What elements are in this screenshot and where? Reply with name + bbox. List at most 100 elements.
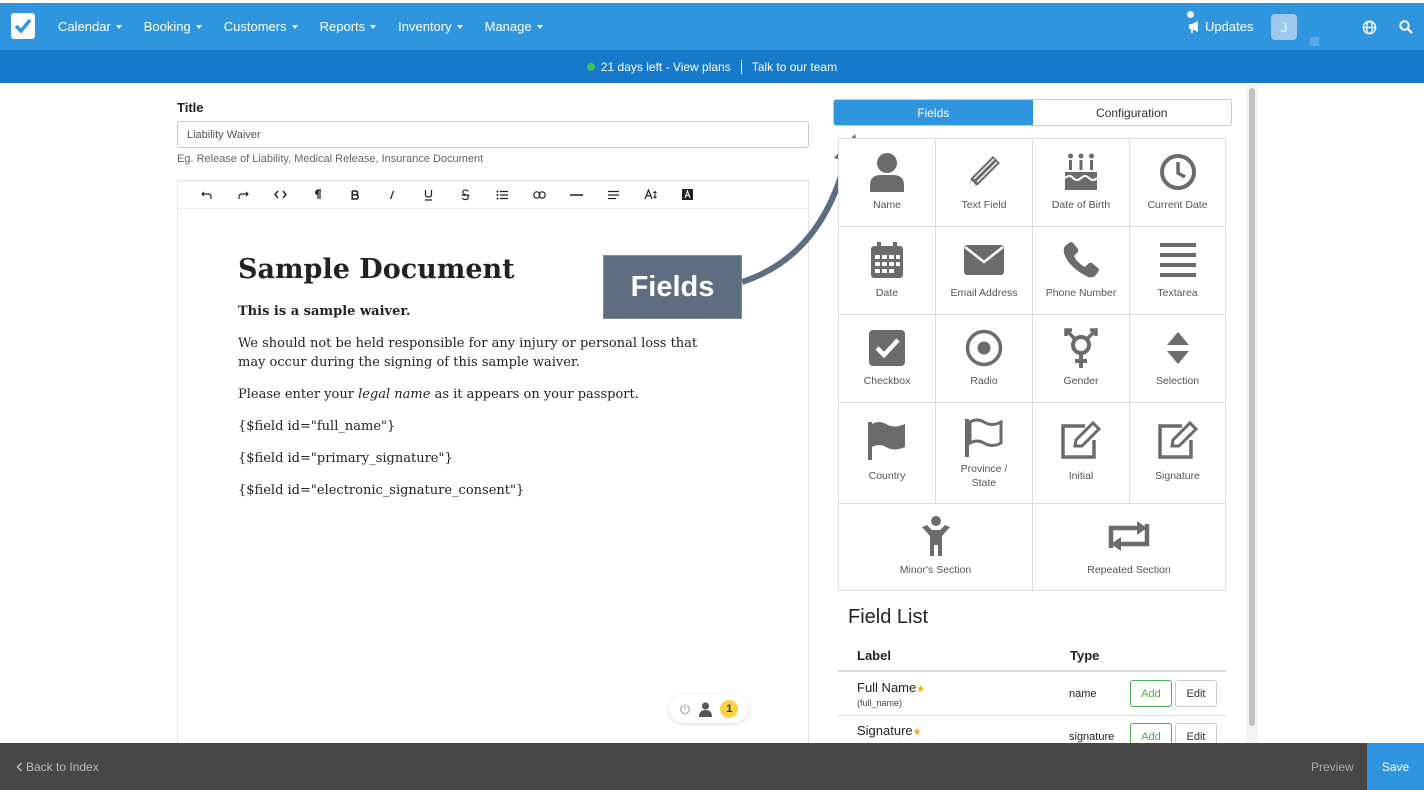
main-menu: Calendar Booking Customers Reports Inven… xyxy=(58,3,565,50)
italic-text: legal name xyxy=(358,387,431,402)
menu-manage-label: Manage xyxy=(484,19,532,34)
align-icon[interactable] xyxy=(595,181,632,209)
link-icon[interactable] xyxy=(521,181,558,209)
field-province-state[interactable]: Province / State xyxy=(935,402,1033,504)
field-label: Textarea xyxy=(1157,287,1198,299)
divider xyxy=(740,59,742,74)
title-input[interactable]: Liability Waiver xyxy=(177,121,809,148)
row-field-name: Signature★ xyxy=(857,723,922,738)
field-email[interactable]: Email Address xyxy=(935,226,1033,315)
field-placeholder: {$field id="electronic_signature_consent… xyxy=(238,483,525,498)
caret-down-icon xyxy=(195,24,202,29)
textarea-lines-icon xyxy=(1159,234,1196,286)
search-icon[interactable] xyxy=(1399,20,1413,34)
bullet-list-icon[interactable] xyxy=(484,181,521,209)
field-phone[interactable]: Phone Number xyxy=(1032,226,1130,315)
field-repeated-section[interactable]: Repeated Section xyxy=(1032,503,1226,591)
field-label: State xyxy=(971,477,997,489)
caret-down-icon xyxy=(536,24,543,29)
field-label: Email Address xyxy=(950,287,1018,299)
field-text[interactable]: Text Field xyxy=(935,138,1033,227)
underline-icon[interactable] xyxy=(410,181,447,209)
notification-dot xyxy=(1187,11,1194,18)
caret-down-icon xyxy=(370,24,377,29)
back-to-index-link[interactable]: Back to Index xyxy=(16,743,99,790)
field-label: Date xyxy=(875,287,899,299)
edit-field-button[interactable]: Edit xyxy=(1175,723,1217,743)
field-signature[interactable]: Signature xyxy=(1129,402,1226,504)
code-icon[interactable] xyxy=(262,181,299,209)
save-button[interactable]: Save xyxy=(1367,743,1424,790)
tab-configuration[interactable]: Configuration xyxy=(1033,100,1232,125)
field-label: Text Field xyxy=(961,199,1007,211)
field-selection[interactable]: Selection xyxy=(1129,314,1226,403)
field-minors-section[interactable]: Minor's Section xyxy=(838,503,1033,591)
avatar[interactable]: J xyxy=(1271,14,1297,40)
field-label: Minor's Section xyxy=(899,564,972,576)
edit-field-button[interactable]: Edit xyxy=(1175,680,1217,707)
field-gender[interactable]: Gender xyxy=(1032,314,1130,403)
talk-to-team-link[interactable]: Talk to our team xyxy=(752,60,837,74)
person-icon xyxy=(870,146,904,198)
required-star-icon: ★ xyxy=(916,684,926,695)
menu-inventory[interactable]: Inventory xyxy=(398,19,463,34)
field-checkbox[interactable]: Checkbox xyxy=(838,314,936,403)
field-current-date[interactable]: Current Date xyxy=(1129,138,1226,227)
field-country[interactable]: Country xyxy=(838,402,936,504)
bold-icon[interactable] xyxy=(336,181,373,209)
add-field-button[interactable]: Add xyxy=(1130,680,1172,707)
menu-booking[interactable]: Booking xyxy=(144,19,202,34)
field-textarea[interactable]: Textarea xyxy=(1129,226,1226,315)
child-icon xyxy=(921,509,951,563)
field-radio[interactable]: Radio xyxy=(935,314,1033,403)
scrollbar-thumb[interactable] xyxy=(1249,88,1255,726)
chevron-left-icon xyxy=(16,761,23,772)
radio-icon xyxy=(965,322,1003,374)
font-size-icon[interactable] xyxy=(632,181,669,209)
menu-manage[interactable]: Manage xyxy=(485,19,543,34)
user-icon xyxy=(698,701,712,717)
add-field-button[interactable]: Add xyxy=(1130,723,1172,743)
field-label: Repeated Section xyxy=(1087,564,1171,576)
text-span: Please enter your xyxy=(238,387,359,402)
table-row: Full Name★ (full_name) name Add Edit xyxy=(838,672,1226,716)
field-date-of-birth[interactable]: Date of Birth xyxy=(1032,138,1130,227)
menu-customers[interactable]: Customers xyxy=(224,19,298,34)
checkbox-icon xyxy=(869,322,905,374)
menu-inventory-label: Inventory xyxy=(398,19,452,34)
row-field-name: Full Name★ xyxy=(857,680,925,695)
italic-icon[interactable] xyxy=(373,181,410,209)
undo-icon[interactable] xyxy=(188,181,225,209)
sort-arrows-icon xyxy=(1166,322,1190,374)
required-star-icon: ★ xyxy=(912,727,922,738)
paragraph-icon[interactable] xyxy=(299,181,336,209)
phone-icon xyxy=(1062,234,1100,286)
vertical-scrollbar[interactable] xyxy=(1246,85,1258,743)
field-initial[interactable]: Initial xyxy=(1032,402,1130,504)
caret-down-icon xyxy=(456,24,463,29)
field-date[interactable]: Date xyxy=(838,226,936,315)
column-label: Label xyxy=(857,648,891,663)
checkmark-logo-icon[interactable] xyxy=(11,13,35,39)
tab-fields[interactable]: Fields xyxy=(834,100,1033,125)
flag-outline-icon xyxy=(964,412,1004,462)
calendar-icon xyxy=(870,234,904,286)
updates-button[interactable]: Updates xyxy=(1187,3,1253,50)
menu-reports[interactable]: Reports xyxy=(320,19,377,34)
menu-booking-label: Booking xyxy=(143,19,191,34)
field-label: Phone Number xyxy=(1045,287,1117,299)
strikethrough-icon[interactable] xyxy=(447,181,484,209)
birthday-cake-icon xyxy=(1063,146,1099,198)
field-name[interactable]: Name xyxy=(838,138,936,227)
redo-icon[interactable] xyxy=(225,181,262,209)
menu-calendar[interactable]: Calendar xyxy=(58,19,122,34)
text-color-icon[interactable] xyxy=(669,181,706,209)
preview-button[interactable]: Preview xyxy=(1311,743,1354,790)
collaboration-status[interactable]: 1 xyxy=(669,694,748,723)
document-content[interactable]: Sample Document This is a sample waiver.… xyxy=(178,209,808,500)
globe-icon[interactable] xyxy=(1362,20,1377,35)
edit-square-icon xyxy=(1059,411,1103,469)
back-label: Back to Index xyxy=(26,759,99,774)
horizontal-rule-icon[interactable] xyxy=(558,181,595,209)
view-plans-link[interactable]: 21 days left - View plans xyxy=(601,60,731,74)
